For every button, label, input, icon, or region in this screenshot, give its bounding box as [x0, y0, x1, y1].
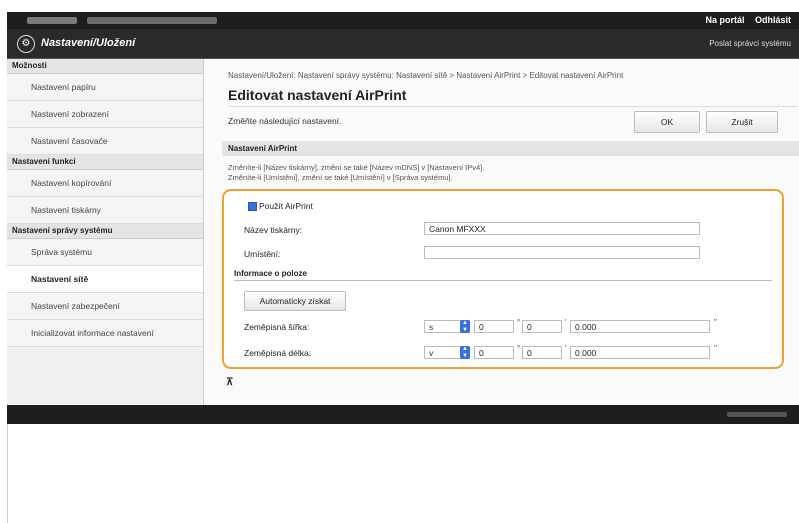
device-name-blurred — [27, 17, 77, 24]
chevron-updown-icon: ▲ ▼ — [460, 320, 470, 333]
use-airprint-label: Použít AirPrint — [259, 201, 313, 211]
minute-unit: ' — [565, 318, 567, 327]
note-line-2: Změníte-li [Umístění], změní se také [Um… — [228, 173, 453, 182]
footer-bar — [7, 405, 799, 424]
app-title: Nastavení/Uložení — [41, 37, 136, 49]
divider — [228, 106, 798, 107]
section-header: Nastavení AirPrint — [222, 141, 799, 156]
blank-area — [7, 424, 799, 523]
use-airprint-checkbox[interactable] — [248, 202, 257, 211]
settings-icon: ⚙ — [17, 35, 35, 53]
sidebar-heading-functions: Nastavení funkcí — [7, 155, 203, 170]
top-links: Na portál Odhlásit — [697, 15, 791, 25]
scroll-to-top-icon[interactable]: ⊼ — [226, 377, 233, 388]
degree-unit: ° — [517, 318, 521, 327]
portal-link[interactable]: Na portál — [705, 15, 744, 25]
note-text: Změníte-li [Název tiskárny], změní se ta… — [228, 163, 484, 183]
minute-unit: ' — [565, 344, 567, 353]
cancel-button[interactable]: Zrušit — [706, 111, 778, 133]
sidebar-item-copy[interactable]: Nastavení kopírování — [7, 170, 203, 197]
sidebar-heading-system: Nastavení správy systému — [7, 224, 203, 239]
page-title: Editovat nastavení AirPrint — [228, 87, 407, 103]
longitude-minutes-input[interactable]: 0 — [522, 346, 562, 359]
sidebar-heading-options: Možnosti — [7, 59, 203, 74]
auto-acquire-button[interactable]: Automaticky získat — [244, 291, 346, 311]
position-info-heading: Informace o poloze — [234, 269, 307, 278]
latitude-degrees-input[interactable]: 0 — [474, 320, 514, 333]
sidebar-item-initialize[interactable]: Inicializovat informace nastavení — [7, 320, 203, 347]
latitude-label: Zeměpisná šířka: — [244, 322, 310, 332]
latitude-minutes-input[interactable]: 0 — [522, 320, 562, 333]
sidebar-item-display[interactable]: Nastavení zobrazení — [7, 101, 203, 128]
printer-name-input[interactable]: Canon MFXXX — [424, 222, 700, 235]
sidebar-item-printer[interactable]: Nastavení tiskárny — [7, 197, 203, 224]
sidebar-item-paper[interactable]: Nastavení papíru — [7, 74, 203, 101]
position-divider — [234, 280, 772, 281]
second-unit: " — [714, 344, 717, 353]
degree-unit: ° — [517, 344, 521, 353]
latitude-direction-value: s — [429, 322, 434, 332]
printer-name-label: Název tiskárny: — [244, 225, 303, 235]
logout-link[interactable]: Odhlásit — [755, 15, 791, 25]
airprint-settings-frame: Použít AirPrint Název tiskárny: Canon MF… — [222, 189, 784, 369]
longitude-direction-value: v — [429, 348, 434, 358]
title-bar: ⚙ Nastavení/Uložení Poslat správci systé… — [7, 29, 799, 59]
send-to-admin-link[interactable]: Poslat správci systému — [709, 39, 791, 48]
copyright-blurred — [727, 412, 787, 417]
location-input[interactable] — [424, 246, 700, 259]
instruction-text: Změňte následující nastavení. — [228, 116, 342, 126]
location-label: Umístění: — [244, 249, 281, 259]
second-unit: " — [714, 318, 717, 327]
sidebar-item-security[interactable]: Nastavení zabezpečení — [7, 293, 203, 320]
main-panel: Nastavení/Uložení: Nastavení správy syst… — [204, 59, 799, 405]
longitude-degrees-input[interactable]: 0 — [474, 346, 514, 359]
sidebar-item-system-management[interactable]: Správa systému — [7, 239, 203, 266]
top-bar: Na portál Odhlásit — [7, 12, 799, 29]
chevron-updown-icon: ▲ ▼ — [460, 346, 470, 359]
ok-button[interactable]: OK — [634, 111, 700, 133]
device-info-blurred — [87, 17, 217, 24]
longitude-direction-select[interactable]: v ▲ ▼ — [424, 346, 470, 359]
sidebar: Možnosti Nastavení papíru Nastavení zobr… — [7, 59, 204, 405]
breadcrumb: Nastavení/Uložení: Nastavení správy syst… — [228, 71, 624, 80]
sidebar-item-timer[interactable]: Nastavení časovače — [7, 128, 203, 155]
sidebar-item-network[interactable]: Nastavení sítě — [7, 266, 203, 293]
note-line-1: Změníte-li [Název tiskárny], změní se ta… — [228, 163, 485, 172]
longitude-seconds-input[interactable]: 0.000 — [570, 346, 710, 359]
latitude-seconds-input[interactable]: 0.000 — [570, 320, 710, 333]
longitude-label: Zeměpisná délka: — [244, 348, 312, 358]
latitude-direction-select[interactable]: s ▲ ▼ — [424, 320, 470, 333]
